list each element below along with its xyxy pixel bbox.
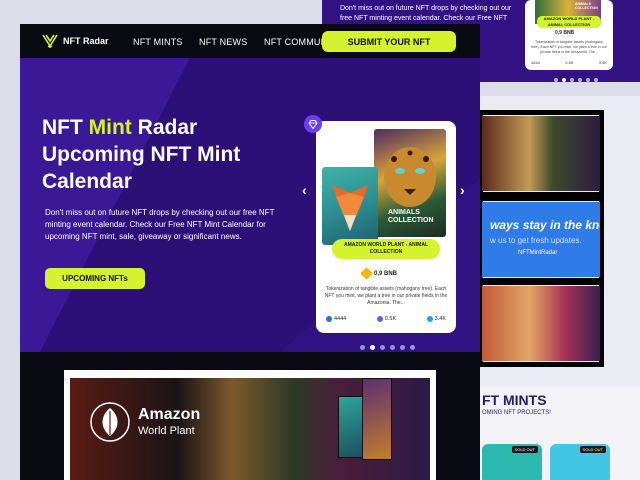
hero-description: Don't miss out on future NFT drops by ch… xyxy=(45,208,275,241)
featured-section: Amazon World Plant xyxy=(20,352,480,480)
bg-stay-in-know-banner: ways stay in the know! w us to get fresh… xyxy=(482,202,600,277)
bg-dot xyxy=(570,78,574,82)
hero-title-line3: Calendar xyxy=(42,170,132,193)
card-description: Tokenization of tangible assets (mahogan… xyxy=(324,286,448,306)
bg-mini-card-back-label: ANIMALS COLLECTION xyxy=(575,2,598,10)
carousel-dot[interactable] xyxy=(360,345,365,350)
feature-name: Amazon World Plant xyxy=(138,406,200,438)
stat-discord-value: 0.5K xyxy=(384,316,397,322)
carousel-next-arrow-icon[interactable]: › xyxy=(460,182,465,198)
feature-name-line1: Amazon xyxy=(138,406,201,423)
hero-title-highlight: Mint xyxy=(88,116,132,139)
bg-mini-card-price: 0,9 BNB xyxy=(555,30,575,36)
twitter-icon xyxy=(426,316,433,322)
card-title: AMAZON WORLD PLANT - ANIMAL COLLECTION xyxy=(332,239,440,259)
feature-nft-box-large xyxy=(362,378,392,460)
bg-stay-handle: NFTMintRadar xyxy=(518,250,558,256)
bg-hero-text: Don't miss out on future NFT drops by ch… xyxy=(340,5,512,22)
card-art-jaguar: ANIMALS COLLECTION xyxy=(374,129,446,237)
feature-banner-frame[interactable]: Amazon World Plant xyxy=(64,370,436,480)
bg-dot xyxy=(562,78,566,82)
feature-banner-image: Amazon World Plant xyxy=(70,378,430,480)
discord-icon xyxy=(376,316,383,322)
logo[interactable]: NFT Radar xyxy=(42,34,109,48)
diamond-icon xyxy=(304,115,322,133)
leaf-icon xyxy=(90,402,130,442)
bg-mini-card-stats: 4444 0.5K 3.4K xyxy=(531,60,607,65)
card-price: 0,9 BNB xyxy=(360,267,398,280)
bg-mini-card: ANIMALS COLLECTION AMAZON WORLD PLANT - … xyxy=(525,0,613,70)
carousel-dots xyxy=(360,345,415,350)
feature-name-line2: World Plant xyxy=(138,425,195,437)
bg-carousel-dots xyxy=(554,78,598,82)
bg-stat-twitter: 3.4K xyxy=(598,60,607,65)
carousel-dot[interactable] xyxy=(410,345,415,350)
submit-nft-button[interactable]: SUBMIT YOUR NFT xyxy=(322,31,456,52)
sold-out-badge: SOLD OUT xyxy=(579,446,606,453)
sold-out-badge: SOLD OUT xyxy=(511,446,538,453)
card-back-label: ANIMALS COLLECTION xyxy=(388,209,434,224)
stat-discord[interactable]: 0.5K xyxy=(376,316,397,322)
stat-supply: 4444 xyxy=(326,316,346,322)
carousel-dot[interactable] xyxy=(400,345,405,350)
bg-sold-card-1: SOLD OUT xyxy=(482,444,542,480)
bg-mints-title: FT MINTS xyxy=(482,392,547,408)
bg-dot xyxy=(578,78,582,82)
bg-art-cats xyxy=(482,286,600,361)
carousel-dot[interactable] xyxy=(370,345,375,350)
nav-link-nft-news[interactable]: NFT NEWS xyxy=(199,37,247,47)
supply-icon xyxy=(326,316,332,322)
featured-nft-card[interactable]: ANIMALS COLLECTION AMAZON WORLD PLANT - … xyxy=(304,115,456,333)
hero-title-pre: NFT xyxy=(42,116,89,139)
carousel-dot[interactable] xyxy=(390,345,395,350)
main-page: NFT Radar NFT MINTS NFT NEWS NFT COMMUNI… xyxy=(20,24,480,480)
bg-stat-discord: 0.5K xyxy=(565,60,574,65)
bg-stay-sub: w us to get fresh updates. xyxy=(490,236,582,245)
bg-mini-card-title: AMAZON WORLD PLANT - ANIMAL COLLECTION xyxy=(537,16,601,28)
bg-art-collection xyxy=(482,116,600,191)
fox-illustration xyxy=(332,185,368,231)
hero-title-line2: Upcoming NFT Mint xyxy=(42,143,241,166)
top-nav: NFT Radar NFT MINTS NFT NEWS NFT COMMUNI… xyxy=(20,24,480,58)
diamond-glyph xyxy=(308,119,318,129)
stat-twitter[interactable]: 3.4K xyxy=(426,316,446,322)
bg-dot xyxy=(594,78,598,82)
stat-supply-value: 4444 xyxy=(334,316,347,322)
bnb-icon xyxy=(360,267,373,280)
bg-stat-supply: 4444 xyxy=(531,60,540,65)
carousel-prev-arrow-icon[interactable]: ‹ xyxy=(302,182,307,198)
stat-twitter-value: 3.4K xyxy=(434,316,446,322)
bg-dot xyxy=(554,78,558,82)
upcoming-nfts-button[interactable]: UPCOMING NFTs xyxy=(45,268,145,289)
amazon-world-plant-logo: Amazon World Plant xyxy=(90,402,200,442)
card-stats: 4444 0.5K 3.4K xyxy=(326,316,446,322)
card-price-value: 0,9 BNB xyxy=(374,270,398,277)
hero-section: NFT Mint Radar Upcoming NFT Mint Calenda… xyxy=(20,58,480,352)
bg-mints-subtitle: OMING NFT PROJECTS! xyxy=(482,410,551,416)
card-art-fox xyxy=(322,167,378,245)
bg-sold-card-2: SOLD OUT xyxy=(550,444,610,480)
bg-stay-title: ways stay in the know! xyxy=(490,218,600,232)
nav-link-nft-mints[interactable]: NFT MINTS xyxy=(133,37,183,47)
bg-mini-card-description: Tokenization of tangible assets (mahogan… xyxy=(531,40,607,54)
hero-title-post: Radar xyxy=(131,116,198,139)
carousel-dot[interactable] xyxy=(380,345,385,350)
hero-title: NFT Mint Radar Upcoming NFT Mint Calenda… xyxy=(42,114,292,195)
bg-dot xyxy=(586,78,590,82)
logo-text: NFT Radar xyxy=(63,36,109,46)
logo-icon xyxy=(42,34,58,48)
